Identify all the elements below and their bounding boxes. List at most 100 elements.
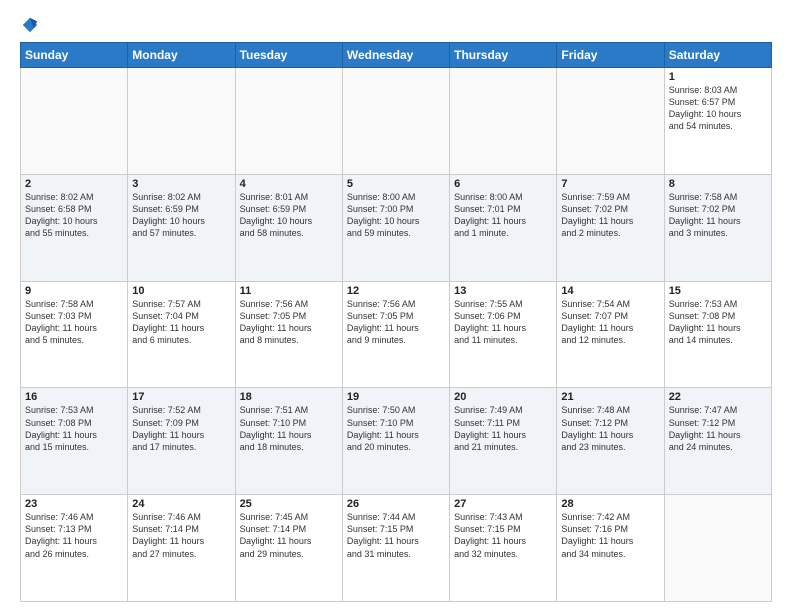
day-number: 18 — [240, 391, 338, 403]
day-number: 6 — [454, 178, 552, 190]
calendar-cell: 5Sunrise: 8:00 AM Sunset: 7:00 PM Daylig… — [342, 174, 449, 281]
logo — [20, 16, 40, 34]
weekday-header-row: SundayMondayTuesdayWednesdayThursdayFrid… — [21, 43, 772, 68]
calendar-week-4: 16Sunrise: 7:53 AM Sunset: 7:08 PM Dayli… — [21, 388, 772, 495]
day-number: 2 — [25, 178, 123, 190]
day-info: Sunrise: 8:00 AM Sunset: 7:00 PM Dayligh… — [347, 191, 445, 240]
calendar-cell: 16Sunrise: 7:53 AM Sunset: 7:08 PM Dayli… — [21, 388, 128, 495]
calendar-table: SundayMondayTuesdayWednesdayThursdayFrid… — [20, 42, 772, 602]
day-number: 20 — [454, 391, 552, 403]
calendar-cell: 13Sunrise: 7:55 AM Sunset: 7:06 PM Dayli… — [450, 281, 557, 388]
day-info: Sunrise: 8:02 AM Sunset: 6:58 PM Dayligh… — [25, 191, 123, 240]
calendar-cell: 21Sunrise: 7:48 AM Sunset: 7:12 PM Dayli… — [557, 388, 664, 495]
day-info: Sunrise: 7:43 AM Sunset: 7:15 PM Dayligh… — [454, 511, 552, 560]
day-info: Sunrise: 7:59 AM Sunset: 7:02 PM Dayligh… — [561, 191, 659, 240]
calendar-cell — [235, 68, 342, 175]
day-info: Sunrise: 8:01 AM Sunset: 6:59 PM Dayligh… — [240, 191, 338, 240]
calendar-cell: 28Sunrise: 7:42 AM Sunset: 7:16 PM Dayli… — [557, 495, 664, 602]
day-info: Sunrise: 7:58 AM Sunset: 7:02 PM Dayligh… — [669, 191, 767, 240]
day-number: 7 — [561, 178, 659, 190]
weekday-saturday: Saturday — [664, 43, 771, 68]
day-info: Sunrise: 7:53 AM Sunset: 7:08 PM Dayligh… — [669, 298, 767, 347]
calendar-cell: 27Sunrise: 7:43 AM Sunset: 7:15 PM Dayli… — [450, 495, 557, 602]
day-number: 22 — [669, 391, 767, 403]
day-number: 24 — [132, 498, 230, 510]
calendar-cell: 2Sunrise: 8:02 AM Sunset: 6:58 PM Daylig… — [21, 174, 128, 281]
calendar-cell: 3Sunrise: 8:02 AM Sunset: 6:59 PM Daylig… — [128, 174, 235, 281]
day-number: 19 — [347, 391, 445, 403]
calendar-week-3: 9Sunrise: 7:58 AM Sunset: 7:03 PM Daylig… — [21, 281, 772, 388]
weekday-tuesday: Tuesday — [235, 43, 342, 68]
day-info: Sunrise: 7:56 AM Sunset: 7:05 PM Dayligh… — [240, 298, 338, 347]
weekday-monday: Monday — [128, 43, 235, 68]
weekday-thursday: Thursday — [450, 43, 557, 68]
calendar-cell: 7Sunrise: 7:59 AM Sunset: 7:02 PM Daylig… — [557, 174, 664, 281]
day-info: Sunrise: 7:55 AM Sunset: 7:06 PM Dayligh… — [454, 298, 552, 347]
calendar-cell: 20Sunrise: 7:49 AM Sunset: 7:11 PM Dayli… — [450, 388, 557, 495]
day-info: Sunrise: 7:58 AM Sunset: 7:03 PM Dayligh… — [25, 298, 123, 347]
page: SundayMondayTuesdayWednesdayThursdayFrid… — [0, 0, 792, 612]
day-number: 17 — [132, 391, 230, 403]
calendar-cell: 22Sunrise: 7:47 AM Sunset: 7:12 PM Dayli… — [664, 388, 771, 495]
day-info: Sunrise: 7:46 AM Sunset: 7:13 PM Dayligh… — [25, 511, 123, 560]
calendar-week-1: 1Sunrise: 8:03 AM Sunset: 6:57 PM Daylig… — [21, 68, 772, 175]
day-number: 15 — [669, 285, 767, 297]
weekday-sunday: Sunday — [21, 43, 128, 68]
calendar-cell: 17Sunrise: 7:52 AM Sunset: 7:09 PM Dayli… — [128, 388, 235, 495]
day-number: 12 — [347, 285, 445, 297]
day-info: Sunrise: 7:49 AM Sunset: 7:11 PM Dayligh… — [454, 404, 552, 453]
calendar-cell: 25Sunrise: 7:45 AM Sunset: 7:14 PM Dayli… — [235, 495, 342, 602]
day-info: Sunrise: 7:53 AM Sunset: 7:08 PM Dayligh… — [25, 404, 123, 453]
day-number: 21 — [561, 391, 659, 403]
calendar-week-5: 23Sunrise: 7:46 AM Sunset: 7:13 PM Dayli… — [21, 495, 772, 602]
calendar-cell: 6Sunrise: 8:00 AM Sunset: 7:01 PM Daylig… — [450, 174, 557, 281]
day-number: 1 — [669, 71, 767, 83]
calendar-cell: 15Sunrise: 7:53 AM Sunset: 7:08 PM Dayli… — [664, 281, 771, 388]
weekday-wednesday: Wednesday — [342, 43, 449, 68]
day-info: Sunrise: 7:52 AM Sunset: 7:09 PM Dayligh… — [132, 404, 230, 453]
calendar-cell: 24Sunrise: 7:46 AM Sunset: 7:14 PM Dayli… — [128, 495, 235, 602]
day-number: 10 — [132, 285, 230, 297]
calendar-cell — [664, 495, 771, 602]
logo-icon — [21, 16, 39, 34]
calendar-cell — [128, 68, 235, 175]
day-number: 16 — [25, 391, 123, 403]
calendar-cell: 8Sunrise: 7:58 AM Sunset: 7:02 PM Daylig… — [664, 174, 771, 281]
calendar-cell: 1Sunrise: 8:03 AM Sunset: 6:57 PM Daylig… — [664, 68, 771, 175]
day-number: 26 — [347, 498, 445, 510]
day-number: 3 — [132, 178, 230, 190]
calendar-cell: 9Sunrise: 7:58 AM Sunset: 7:03 PM Daylig… — [21, 281, 128, 388]
day-info: Sunrise: 8:03 AM Sunset: 6:57 PM Dayligh… — [669, 84, 767, 133]
day-info: Sunrise: 7:51 AM Sunset: 7:10 PM Dayligh… — [240, 404, 338, 453]
calendar-cell — [21, 68, 128, 175]
calendar-cell: 19Sunrise: 7:50 AM Sunset: 7:10 PM Dayli… — [342, 388, 449, 495]
day-number: 25 — [240, 498, 338, 510]
day-info: Sunrise: 8:00 AM Sunset: 7:01 PM Dayligh… — [454, 191, 552, 240]
day-info: Sunrise: 7:50 AM Sunset: 7:10 PM Dayligh… — [347, 404, 445, 453]
weekday-friday: Friday — [557, 43, 664, 68]
calendar-cell: 14Sunrise: 7:54 AM Sunset: 7:07 PM Dayli… — [557, 281, 664, 388]
calendar-cell: 11Sunrise: 7:56 AM Sunset: 7:05 PM Dayli… — [235, 281, 342, 388]
header — [20, 16, 772, 34]
calendar-cell: 18Sunrise: 7:51 AM Sunset: 7:10 PM Dayli… — [235, 388, 342, 495]
day-info: Sunrise: 7:57 AM Sunset: 7:04 PM Dayligh… — [132, 298, 230, 347]
day-number: 13 — [454, 285, 552, 297]
calendar-week-2: 2Sunrise: 8:02 AM Sunset: 6:58 PM Daylig… — [21, 174, 772, 281]
day-number: 9 — [25, 285, 123, 297]
calendar-cell — [450, 68, 557, 175]
day-number: 8 — [669, 178, 767, 190]
day-info: Sunrise: 7:47 AM Sunset: 7:12 PM Dayligh… — [669, 404, 767, 453]
day-info: Sunrise: 7:44 AM Sunset: 7:15 PM Dayligh… — [347, 511, 445, 560]
day-number: 11 — [240, 285, 338, 297]
calendar-cell: 12Sunrise: 7:56 AM Sunset: 7:05 PM Dayli… — [342, 281, 449, 388]
calendar-cell: 26Sunrise: 7:44 AM Sunset: 7:15 PM Dayli… — [342, 495, 449, 602]
day-number: 28 — [561, 498, 659, 510]
day-number: 27 — [454, 498, 552, 510]
calendar-cell — [342, 68, 449, 175]
calendar-cell: 4Sunrise: 8:01 AM Sunset: 6:59 PM Daylig… — [235, 174, 342, 281]
day-info: Sunrise: 7:54 AM Sunset: 7:07 PM Dayligh… — [561, 298, 659, 347]
day-number: 23 — [25, 498, 123, 510]
day-number: 14 — [561, 285, 659, 297]
logo-text — [20, 16, 40, 34]
day-info: Sunrise: 7:45 AM Sunset: 7:14 PM Dayligh… — [240, 511, 338, 560]
